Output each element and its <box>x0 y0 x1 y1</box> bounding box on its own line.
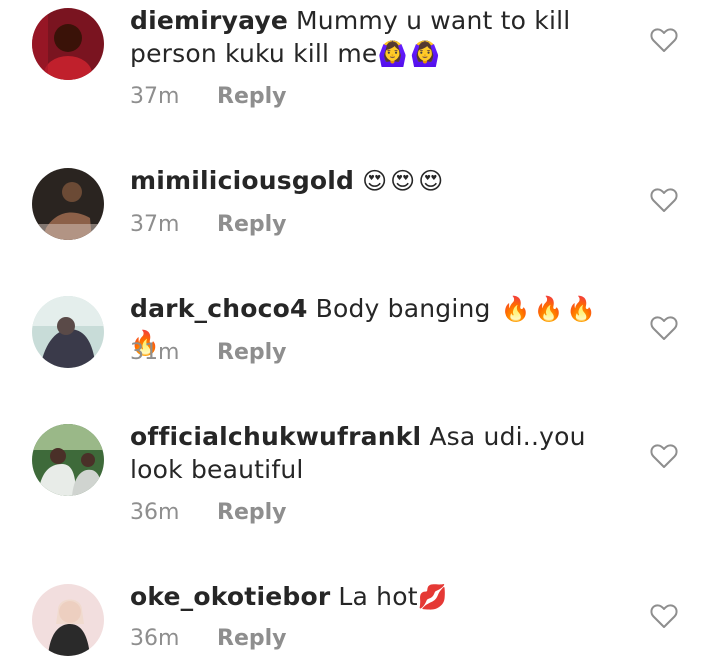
comment-meta: 36m Reply <box>130 626 287 651</box>
comment-emoji: 😍😍😍 <box>362 167 447 195</box>
comment-text: diemiryaye Mummy u want to kill person ku… <box>130 4 600 71</box>
heart-icon[interactable] <box>650 315 678 341</box>
avatar[interactable] <box>32 8 104 80</box>
avatar[interactable] <box>32 584 104 656</box>
comment-emoji: 💋 <box>417 583 451 611</box>
comment-time: 36m <box>130 500 180 525</box>
avatar[interactable] <box>32 424 104 496</box>
comment-body: Body banging <box>315 294 491 323</box>
comment-meta: 36m Reply <box>130 500 287 525</box>
comment-username[interactable]: diemiryaye <box>130 6 288 35</box>
comment-meta: 37m Reply <box>130 84 287 109</box>
comment-text: officialchukwufrankl Asa udi..you look be… <box>130 420 600 487</box>
comment-body: La hot <box>338 582 418 611</box>
comment-time: 31m <box>130 340 180 365</box>
avatar[interactable] <box>32 296 104 368</box>
avatar[interactable] <box>32 168 104 240</box>
comment-text: mimiliciousgold 😍😍😍 <box>130 164 600 198</box>
reply-button[interactable]: Reply <box>217 340 287 365</box>
comment-emoji: 🙆‍♀️🙆‍♀️ <box>377 40 444 68</box>
comment-meta: 31m Reply <box>130 340 287 365</box>
comment-username[interactable]: oke_okotiebor <box>130 582 330 611</box>
comment-meta: 37m Reply <box>130 212 287 237</box>
comment-text: oke_okotiebor La hot💋 <box>130 580 600 614</box>
comment-username[interactable]: dark_choco4 <box>130 294 308 323</box>
heart-icon[interactable] <box>650 443 678 469</box>
comment-time: 36m <box>130 626 180 651</box>
comment-username[interactable]: officialchukwufrankl <box>130 422 421 451</box>
heart-icon[interactable] <box>650 27 678 53</box>
comment-time: 37m <box>130 84 180 109</box>
reply-button[interactable]: Reply <box>217 212 287 237</box>
reply-button[interactable]: Reply <box>217 626 287 651</box>
reply-button[interactable]: Reply <box>217 500 287 525</box>
comment-time: 37m <box>130 212 180 237</box>
reply-button[interactable]: Reply <box>217 84 287 109</box>
heart-icon[interactable] <box>650 603 678 629</box>
heart-icon[interactable] <box>650 187 678 213</box>
comment-username[interactable]: mimiliciousgold <box>130 166 354 195</box>
